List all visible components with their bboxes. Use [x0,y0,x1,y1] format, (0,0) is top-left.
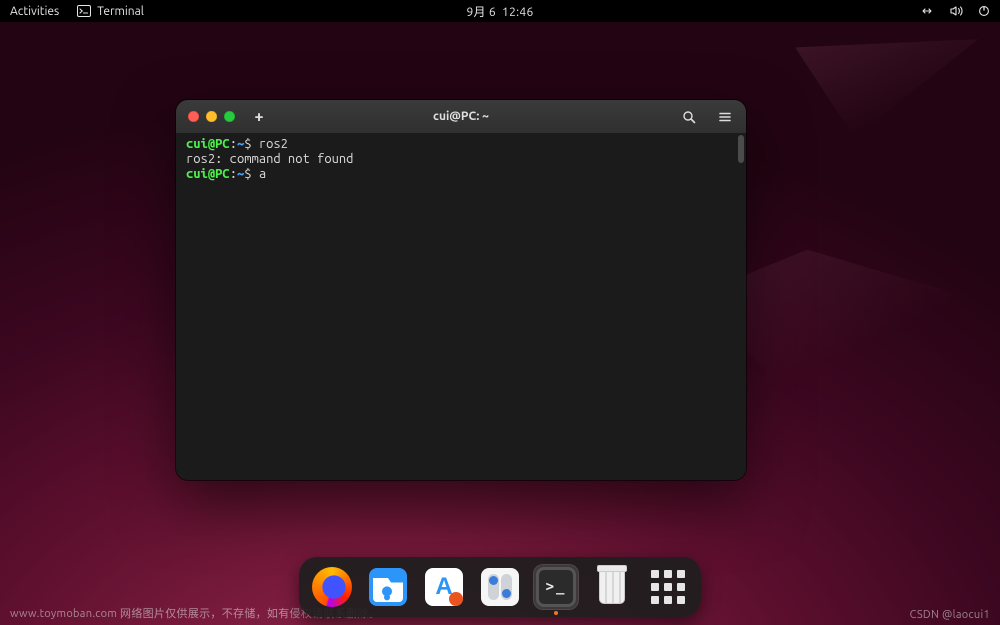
terminal-line: cui@PC:~$ ros2 [186,137,736,152]
dock-item-files[interactable] [365,564,411,610]
window-controls [188,111,235,122]
menu-icon [718,110,732,124]
app-menu-label: Terminal [97,5,144,18]
search-button[interactable] [680,108,698,126]
close-button[interactable] [188,111,199,122]
dock-item-software[interactable] [421,564,467,610]
search-icon [682,110,696,124]
terminal-line: ros2: command not found [186,152,736,167]
dock-item-show-applications[interactable] [645,564,691,610]
top-panel-left: Activities Terminal [10,5,144,18]
activities-button[interactable]: Activities [10,5,59,18]
terminal-window[interactable]: + cui@PC: ~ cui@PC:~$ ros2 ros2: command… [176,100,746,480]
apps-grid-icon [651,570,685,604]
app-menu[interactable]: Terminal [77,5,144,18]
terminal-icon [77,5,91,17]
dock-item-settings[interactable] [477,564,523,610]
software-center-icon [425,568,463,606]
network-icon [918,5,936,17]
clock[interactable]: 9月 6 12:46 [466,3,533,20]
watermark-right: CSDN @laocui1 [910,609,990,621]
system-tray[interactable] [918,5,990,17]
dock [299,557,701,617]
settings-icon [481,568,519,606]
scrollbar-thumb[interactable] [738,135,744,163]
window-title: cui@PC: ~ [433,110,489,123]
hamburger-menu-button[interactable] [716,108,734,126]
dock-item-trash[interactable] [589,564,635,610]
terminal-titlebar[interactable]: + cui@PC: ~ [176,100,746,133]
dock-item-terminal[interactable] [533,564,579,610]
volume-icon [950,5,964,17]
power-icon [978,5,990,17]
new-tab-button[interactable]: + [249,107,269,127]
running-indicator [554,611,558,615]
terminal-icon [536,567,576,607]
firefox-icon [312,567,352,607]
maximize-button[interactable] [224,111,235,122]
trash-icon [599,570,625,604]
minimize-button[interactable] [206,111,217,122]
top-panel: Activities Terminal 9月 6 12:46 [0,0,1000,22]
terminal-body[interactable]: cui@PC:~$ ros2 ros2: command not found c… [176,133,746,480]
terminal-line: cui@PC:~$ a [186,167,736,182]
dock-item-firefox[interactable] [309,564,355,610]
files-icon [369,568,407,606]
